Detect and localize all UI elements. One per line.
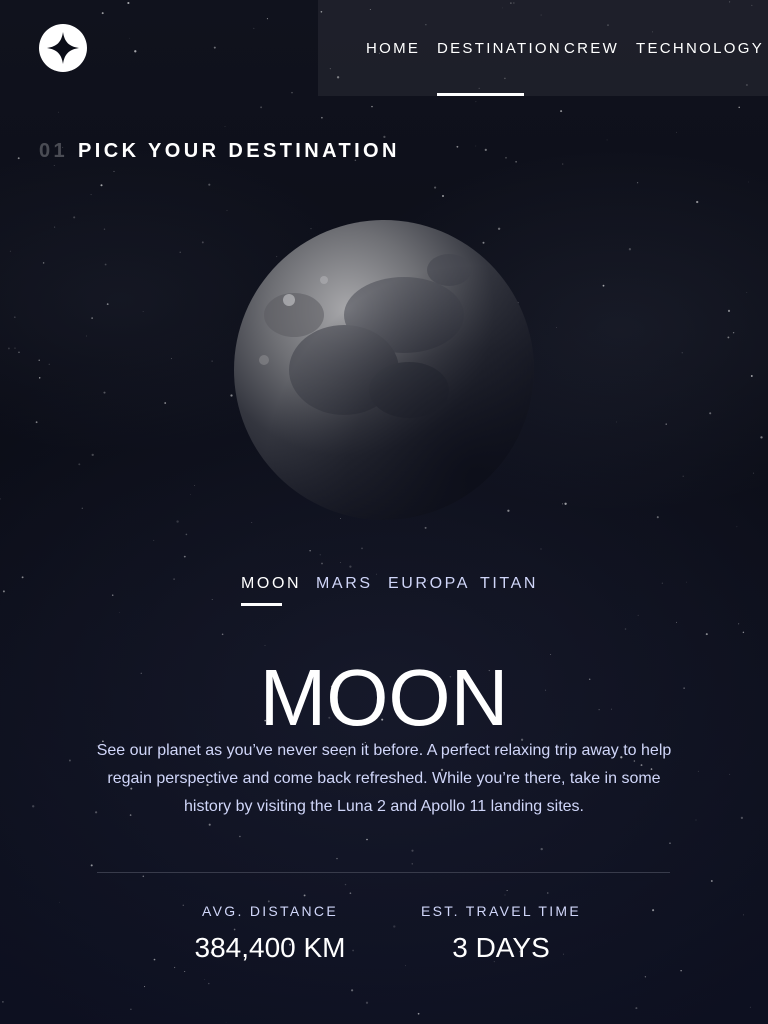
nav-item-technology[interactable]: TECHNOLOGY <box>636 40 764 57</box>
stats-divider <box>97 872 670 873</box>
page-title-text: PICK YOUR DESTINATION <box>78 140 400 162</box>
nav-item-crew[interactable]: CREW <box>564 40 619 57</box>
nav-item-home[interactable]: HOME <box>366 40 420 57</box>
tab-europa[interactable]: EUROPA <box>388 575 470 593</box>
tab-mars[interactable]: MARS <box>316 575 373 593</box>
moon-image <box>234 220 534 520</box>
page-number: 01 <box>39 140 69 162</box>
avg-distance-label: AVG. DISTANCE <box>202 903 338 919</box>
nav-item-destination[interactable]: DESTINATION <box>437 40 562 57</box>
four-point-star-icon <box>47 32 79 64</box>
site-logo[interactable] <box>39 24 87 72</box>
avg-distance-value: 384,400 KM <box>194 932 346 963</box>
tab-moon[interactable]: MOON <box>241 575 301 593</box>
nav-active-indicator <box>437 93 524 96</box>
tab-active-indicator <box>241 603 282 606</box>
destination-description: See our planet as you’ve never seen it b… <box>96 742 672 815</box>
destination-name: MOON <box>259 653 509 742</box>
tab-titan[interactable]: TITAN <box>480 575 538 593</box>
travel-time-value: 3 DAYS <box>452 932 550 963</box>
page-title: 01 PICK YOUR DESTINATION <box>39 140 400 163</box>
travel-time-label: EST. TRAVEL TIME <box>421 903 581 919</box>
